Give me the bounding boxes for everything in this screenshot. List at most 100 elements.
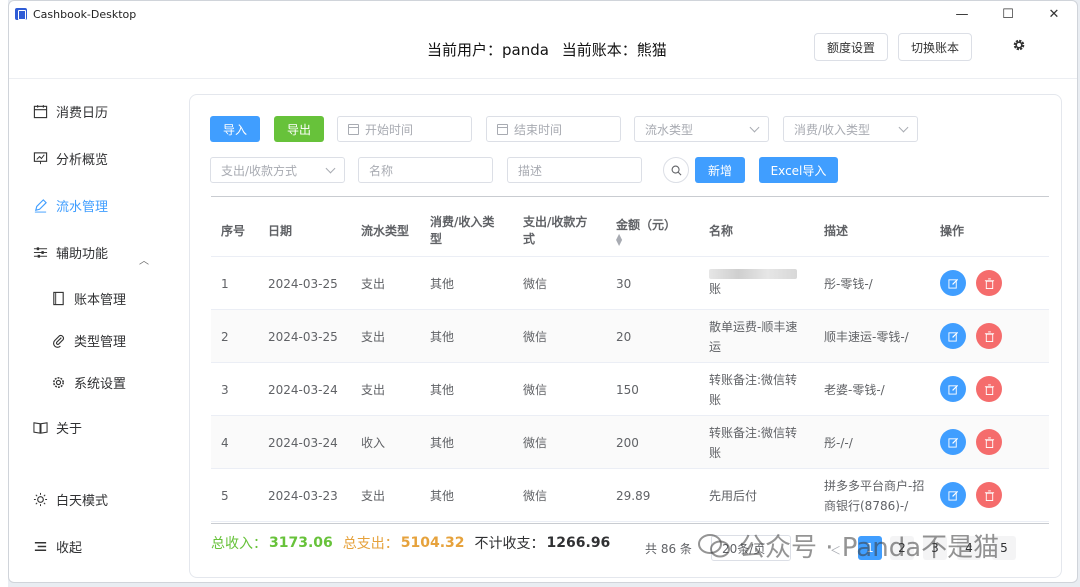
cell-pay-method: 微信 [523,435,548,450]
cell-desc: 老婆-零钱-/ [824,382,885,397]
sidebar-item-type-manage[interactable]: 类型管理 [51,331,126,350]
delete-button[interactable] [976,323,1002,349]
edit-button[interactable] [940,376,966,402]
calendar-icon [33,104,48,119]
delete-button[interactable] [976,270,1002,296]
cell-flow-type: 支出 [361,382,386,397]
name-input[interactable]: 名称 [358,157,493,183]
toolbar-divider [211,196,1049,197]
start-date-input[interactable]: 开始时间 [337,116,472,142]
desc-placeholder: 描述 [518,163,543,178]
name-placeholder: 名称 [369,163,394,178]
cell-income-type: 其他 [430,329,455,344]
search-button[interactable] [663,157,689,183]
sliders-icon [33,247,48,258]
sidebar-item-day-mode[interactable]: 白天模式 [33,490,108,509]
trash-icon [984,277,994,289]
end-date-input[interactable]: 结束时间 [486,116,621,142]
col-pay-method: 支出/收款方 式 [523,215,588,246]
flow-management-panel: 导入 导出 开始时间 结束时间 流水类型 消费/收入类型 支出/收款方式 名称 … [189,94,1062,578]
sidebar-item-label: 系统设置 [74,377,127,392]
calendar-icon [497,123,508,135]
paperclip-icon [53,334,65,348]
redacted-text [709,268,797,279]
edit-icon [947,331,958,342]
sidebar-item-system-settings[interactable]: 系统设置 [51,373,126,392]
switch-book-button[interactable]: 切换账本 [898,33,973,61]
quota-settings-button[interactable]: 额度设置 [814,33,889,61]
book-icon [53,291,64,306]
import-button[interactable]: 导入 [210,116,260,142]
close-button[interactable]: ✕ [1031,1,1077,27]
chevron-down-icon [898,122,909,133]
chart-icon [33,152,48,165]
current-user-label: 当前用户：panda [427,41,549,59]
trash-icon [984,436,994,448]
watermark: 公众号 · Panda不是猫 [697,527,999,564]
edit-icon [947,384,958,395]
edit-button[interactable] [940,482,966,508]
cell-no: 3 [221,382,229,397]
sidebar-item-about[interactable]: 关于 [33,418,82,437]
edit-icon [947,490,958,501]
cell-desc: 顺丰速运-零钱-/ [824,329,909,344]
sidebar-item-collapse[interactable]: 收起 [33,537,82,556]
col-no: 序号 [221,223,246,238]
col-flow-type: 流水类型 [361,223,410,238]
col-date: 日期 [268,223,293,238]
sidebar-item-label: 分析概览 [56,153,109,168]
sidebar-item-flow[interactable]: 流水管理 [33,196,108,215]
trash-icon [984,383,994,395]
cell-name-text: 账 [709,281,722,296]
edit-icon [947,437,958,448]
sidebar-item-label: 账本管理 [74,293,127,308]
delete-button[interactable] [976,376,1002,402]
col-income-type: 消费/收入类 型 [430,215,495,246]
pagination-total: 共 86 条 [645,542,692,556]
cell-date: 2024-03-24 [268,435,338,450]
sidebar-item-calendar[interactable]: 消费日历 [33,102,108,121]
delete-button[interactable] [976,482,1002,508]
summary-totals: 总收入： 3173.06 总支出： 5104.32 不计收支： 1266.96 [211,533,620,553]
edit-button[interactable] [940,323,966,349]
sidebar-item-tools[interactable]: 辅助功能 [33,243,108,262]
cell-name: 先用后付 [709,488,758,503]
cell-pay-method: 微信 [523,382,548,397]
cell-income-type: 其他 [430,488,455,503]
settings-gear-icon[interactable] [1011,37,1027,53]
sidebar-item-label: 白天模式 [56,494,109,509]
maximize-button[interactable]: ☐ [985,1,1031,27]
income-type-select[interactable]: 消费/收入类型 [783,116,918,142]
edit-button[interactable] [940,270,966,296]
excel-import-button[interactable]: Excel导入 [759,157,838,183]
col-amount[interactable]: 金额（元） ▲ ▼ [616,205,676,257]
title-bar: Cashbook-Desktop — ☐ ✕ [9,1,1077,27]
add-button[interactable]: 新增 [695,157,745,183]
sidebar-item-label: 关于 [56,422,83,437]
cell-pay-method: 微信 [523,329,548,344]
export-button[interactable]: 导出 [274,116,324,142]
sidebar-item-book-manage[interactable]: 账本管理 [51,289,126,308]
cell-date: 2024-03-25 [268,329,338,344]
cell-date: 2024-03-24 [268,382,338,397]
flow-type-select[interactable]: 流水类型 [634,116,769,142]
pay-method-select[interactable]: 支出/收款方式 [210,157,345,183]
expense-label: 总支出： [342,536,399,552]
desc-input[interactable]: 描述 [507,157,642,183]
sidebar-item-label: 收起 [56,541,83,556]
sort-icon[interactable]: ▲ ▼ [616,232,622,246]
minimize-button[interactable]: — [939,1,985,27]
cell-name: 转账备注:微信转账 [709,372,798,407]
table-row: 4 2024-03-24 收入 其他 微信 200 转账备注:微信转账 彤-/-… [211,416,1049,469]
cell-flow-type: 支出 [361,276,386,291]
open-book-icon [33,422,48,434]
chevron-up-icon[interactable]: ︿ [139,252,149,267]
edit-button[interactable] [940,429,966,455]
cell-desc: 拼多多平台商户-招商银行(8786)-/ [824,478,925,513]
cell-amount: 200 [616,435,639,450]
delete-button[interactable] [976,429,1002,455]
cell-no: 5 [221,488,229,503]
cell-income-type: 其他 [430,276,455,291]
end-date-placeholder: 结束时间 [514,122,563,137]
sidebar-item-analysis[interactable]: 分析概览 [33,149,108,168]
